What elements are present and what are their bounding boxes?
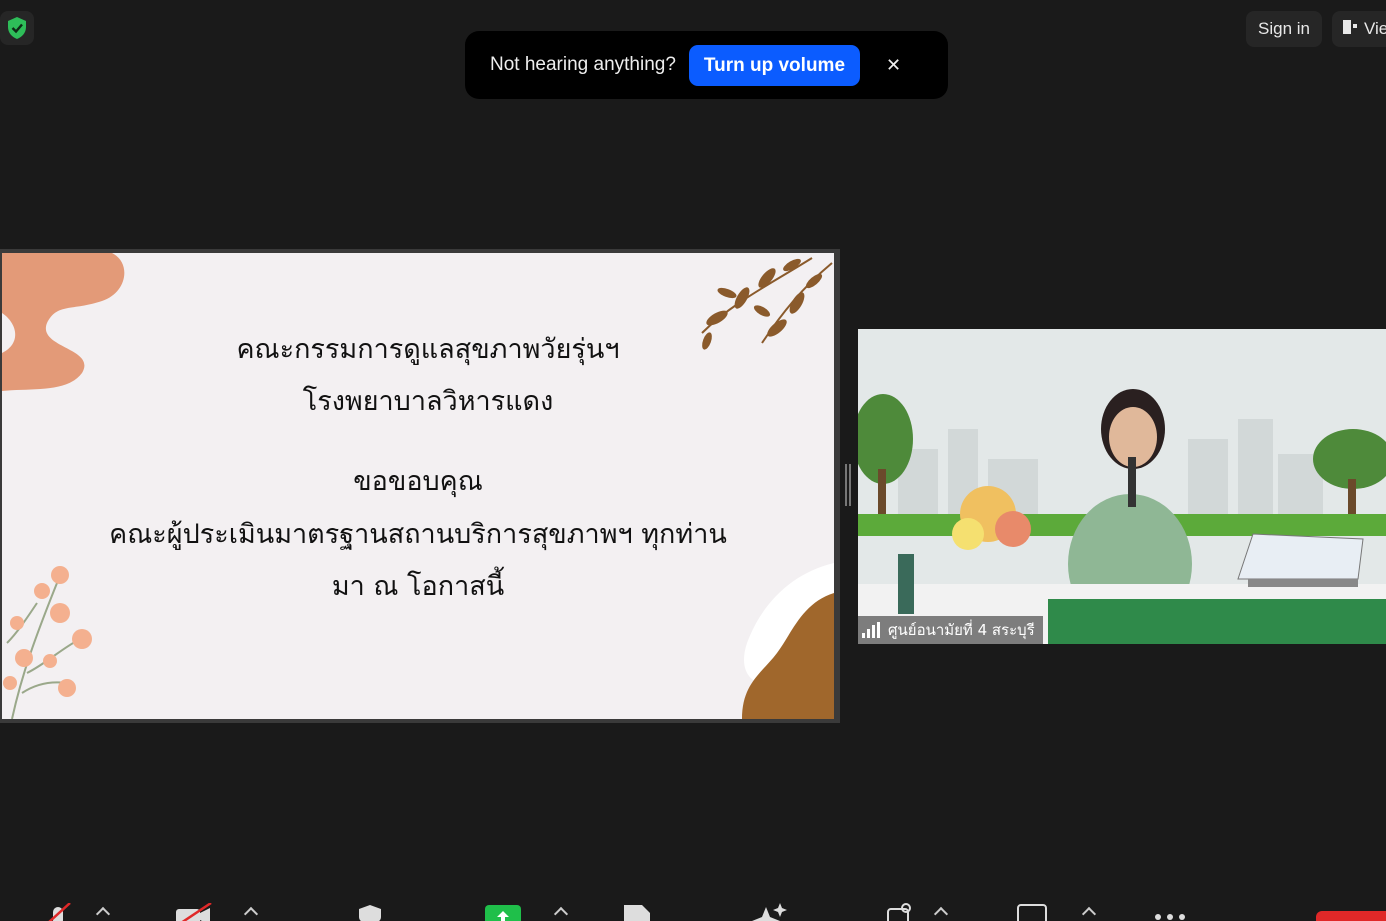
video-off-icon[interactable] <box>175 903 213 921</box>
slide-thanks-line: ขอขอบคุณ <box>353 466 483 497</box>
view-button[interactable]: View <box>1332 11 1386 47</box>
sign-in-button[interactable]: Sign in <box>1246 11 1322 47</box>
security-icon[interactable] <box>357 903 383 921</box>
document-icon[interactable] <box>622 903 652 921</box>
participant-video[interactable]: ศูนย์อนามัยที่ 4 สระบุรี <box>858 329 1386 644</box>
security-shield-icon[interactable] <box>0 11 34 45</box>
more-options-icon[interactable] <box>1152 903 1188 921</box>
apps-icon[interactable] <box>886 903 916 921</box>
close-icon[interactable]: ✕ <box>886 55 901 76</box>
audio-options-chevron-icon[interactable] <box>95 906 111 921</box>
participant-name: ศูนย์อนามัยที่ 4 สระบุรี <box>888 621 1035 639</box>
slide-body-line-1: คณะผู้ประเมินมาตรฐานสถานบริการสุขภาพฯ ทุ… <box>109 519 727 550</box>
audio-notification-toast: Not hearing anything? Turn up volume ✕ <box>465 31 948 99</box>
presentation-slide: คณะกรรมการดูแลสุขภาพวัยรุ่นฯ โรงพยาบาลวิ… <box>2 253 834 719</box>
share-screen-icon[interactable] <box>485 903 521 921</box>
slide-title-line-1: คณะกรรมการดูแลสุขภาพวัยรุ่นฯ <box>236 334 620 365</box>
resize-handle[interactable] <box>845 464 851 506</box>
whiteboard-icon[interactable] <box>1016 903 1048 921</box>
participant-name-label: ศูนย์อนามัยที่ 4 สระบุรี <box>858 616 1043 644</box>
turn-up-volume-button[interactable]: Turn up volume <box>688 44 861 86</box>
whiteboard-options-chevron-icon[interactable] <box>1081 906 1097 921</box>
apps-options-chevron-icon[interactable] <box>933 906 949 921</box>
shared-screen[interactable]: คณะกรรมการดูแลสุขภาพวัยรุ่นฯ โรงพยาบาลวิ… <box>0 249 840 723</box>
video-frame <box>858 329 1386 644</box>
share-options-chevron-icon[interactable] <box>553 906 569 921</box>
ai-companion-sparkle-icon[interactable] <box>750 903 790 921</box>
view-layout-icon <box>1342 19 1358 40</box>
video-options-chevron-icon[interactable] <box>243 906 259 921</box>
microphone-muted-icon[interactable] <box>44 903 72 921</box>
sign-in-label: Sign in <box>1258 19 1310 38</box>
meeting-toolbar <box>0 895 1386 921</box>
view-label: View <box>1364 19 1386 38</box>
slide-body-line-2: มา ณ โอกาสนี้ <box>331 571 505 602</box>
signal-strength-icon <box>862 622 880 638</box>
end-meeting-button[interactable] <box>1316 911 1386 921</box>
slide-title-line-2: โรงพยาบาลวิหารแดง <box>302 386 554 417</box>
toast-message: Not hearing anything? <box>490 54 676 75</box>
